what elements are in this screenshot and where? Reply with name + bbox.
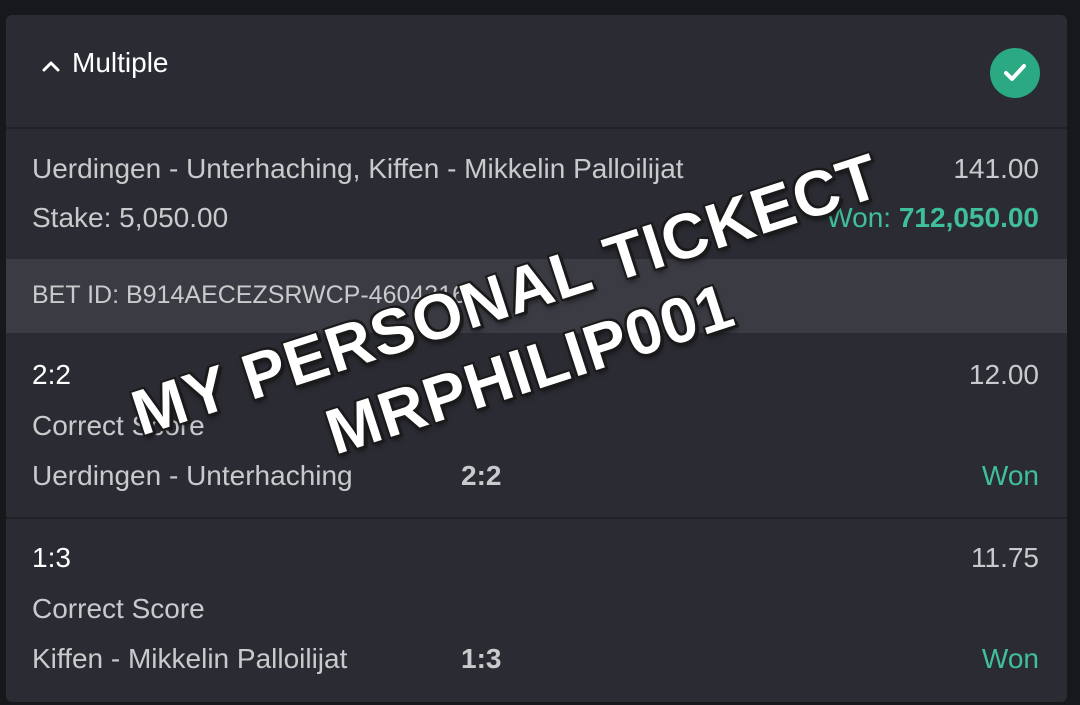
won-label: Won: bbox=[826, 202, 899, 233]
selection-odds: 11.75 bbox=[971, 542, 1039, 573]
bet-summary: Uerdingen - Unterhaching, Kiffen - Mikke… bbox=[6, 129, 1067, 259]
selection-status: Won bbox=[981, 643, 1039, 674]
selection-odds: 12.00 bbox=[968, 359, 1039, 390]
won-amount: 712,050.00 bbox=[898, 202, 1039, 233]
selection-market: Correct Score bbox=[32, 593, 205, 624]
selection-match: Kiffen - Mikkelin Palloilijat bbox=[32, 643, 348, 674]
check-circle-icon bbox=[990, 48, 1040, 98]
stake-value: Stake: 5,050.00 bbox=[32, 202, 229, 233]
bet-id-row: BET ID: B914AECEZSRWCP-4604316 bbox=[6, 259, 1067, 333]
selection-row: 1:3 11.75 Correct Score Kiffen - Mikkeli… bbox=[6, 518, 1067, 700]
won-value: Won: 712,050.00 bbox=[826, 202, 1039, 234]
selection-score: 2:2 bbox=[32, 359, 71, 390]
selection-row: 2:2 12.00 Correct Score Uerdingen - Unte… bbox=[6, 335, 1067, 519]
total-odds: 141.00 bbox=[953, 153, 1039, 184]
selection-status: Won bbox=[981, 460, 1039, 491]
selection-pick: 2:2 bbox=[461, 460, 502, 491]
selection-market: Correct Score bbox=[32, 410, 205, 441]
bet-type-title: Multiple bbox=[72, 47, 169, 78]
bet-id: BET ID: B914AECEZSRWCP-4604316 bbox=[32, 281, 466, 309]
ticket-header[interactable]: Multiple bbox=[6, 15, 1067, 129]
bet-ticket-card: Multiple Uerdingen - Unterhaching, Kiffe… bbox=[6, 15, 1067, 702]
selection-score: 1:3 bbox=[32, 542, 71, 573]
chevron-up-icon[interactable] bbox=[41, 59, 61, 73]
selection-pick: 1:3 bbox=[461, 643, 502, 674]
selection-match: Uerdingen - Unterhaching bbox=[32, 460, 353, 491]
summary-events: Uerdingen - Unterhaching, Kiffen - Mikke… bbox=[32, 153, 684, 184]
